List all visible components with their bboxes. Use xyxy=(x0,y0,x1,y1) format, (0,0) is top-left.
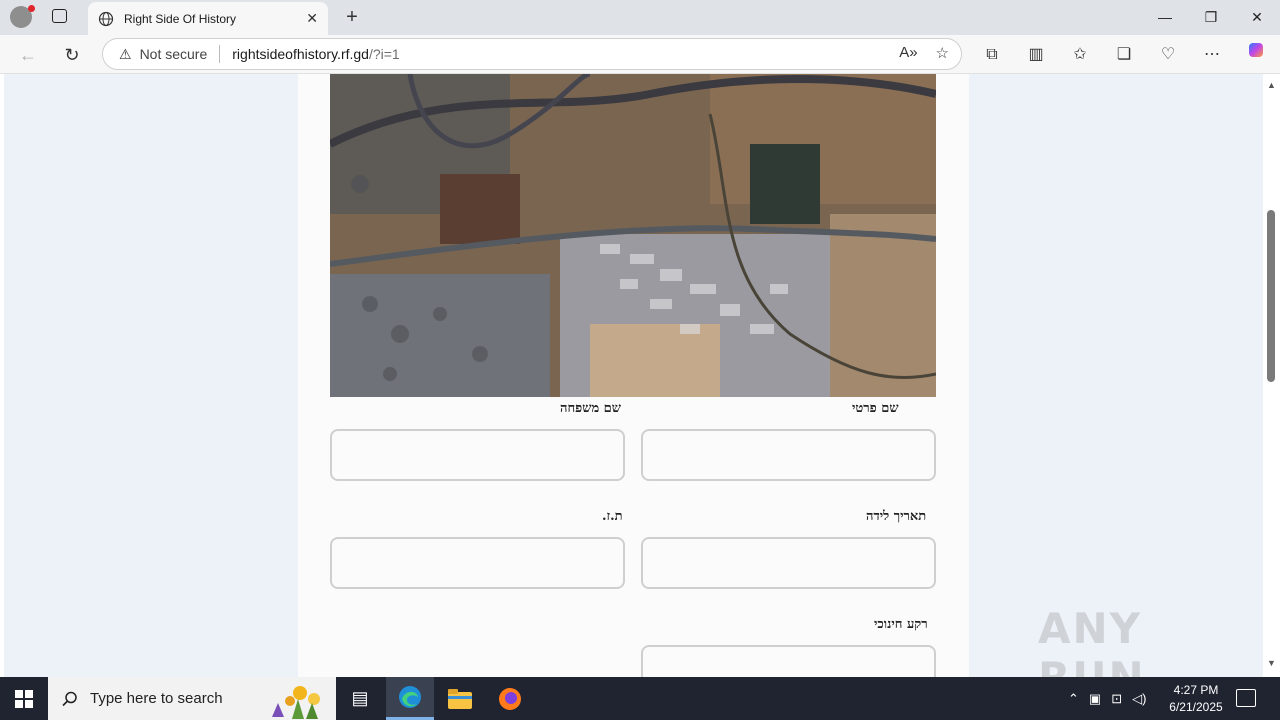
tab-actions-icon[interactable] xyxy=(52,9,67,23)
reload-button[interactable]: ↻ xyxy=(58,41,86,69)
file-explorer-icon[interactable] xyxy=(436,677,484,720)
first-name-label: שם פרטי xyxy=(852,401,899,416)
warning-icon[interactable]: ⚠ xyxy=(119,46,132,63)
favorites-icon[interactable]: ✩ xyxy=(1066,41,1094,69)
birth-date-input[interactable] xyxy=(641,537,936,589)
read-aloud-icon[interactable]: A» xyxy=(899,44,917,62)
scroll-up-icon[interactable]: ▲ xyxy=(1267,80,1276,90)
scroll-thumb[interactable] xyxy=(1267,210,1275,382)
windows-logo-icon xyxy=(15,689,33,708)
clock-time: 4:27 PM xyxy=(1173,683,1219,697)
id-number-label: ת.ז. xyxy=(602,509,623,524)
new-tab-button[interactable]: + xyxy=(340,6,364,30)
browser-toolbar: ← ↻ ⚠ Not secure rightsideofhistory.rf.g… xyxy=(0,35,1280,74)
url-text[interactable]: rightsideofhistory.rf.gd/?i=1 xyxy=(232,46,399,62)
page-viewport: שם פרטי שם משפחה תאריך לידה ת.ז. רקע חינ… xyxy=(0,74,1263,677)
favorite-star-icon[interactable]: ☆ xyxy=(936,44,949,62)
form-card: שם פרטי שם משפחה תאריך לידה ת.ז. רקע חינ… xyxy=(298,74,969,677)
browser-essentials-icon[interactable]: ♡ xyxy=(1154,41,1182,69)
search-highlight-flowers-icon xyxy=(272,686,320,719)
last-name-label: שם משפחה xyxy=(560,401,621,416)
task-view-icon[interactable]: ▤ xyxy=(336,677,384,720)
browser-tab[interactable]: Right Side Of History ✕ xyxy=(88,2,328,35)
minimize-button[interactable]: — xyxy=(1142,0,1188,34)
watermark-logo: ANY RUN xyxy=(1038,604,1144,677)
education-input[interactable] xyxy=(641,645,936,677)
not-secure-label[interactable]: Not secure xyxy=(140,46,208,62)
more-menu-icon[interactable]: ⋯ xyxy=(1198,41,1226,69)
first-name-input[interactable] xyxy=(641,429,936,481)
tab-title: Right Side Of History xyxy=(124,11,237,26)
taskbar-clock[interactable]: 4:27 PM 6/21/2025 xyxy=(1160,682,1232,716)
extensions-icon[interactable]: ⧉ xyxy=(978,41,1006,69)
notification-center-icon[interactable] xyxy=(1236,689,1256,707)
taskbar-search[interactable]: Type here to search xyxy=(48,677,336,720)
url-path: /?i=1 xyxy=(368,46,400,62)
tab-close-icon[interactable]: ✕ xyxy=(306,10,318,27)
last-name-input[interactable] xyxy=(330,429,625,481)
split-screen-icon[interactable]: ▥ xyxy=(1022,41,1050,69)
id-number-input[interactable] xyxy=(330,537,625,589)
firefox-icon[interactable] xyxy=(486,677,534,720)
search-icon xyxy=(62,691,77,706)
back-button[interactable]: ← xyxy=(14,41,42,69)
collections-icon[interactable]: ❏ xyxy=(1110,41,1138,69)
url-host: rightsideofhistory.rf.gd xyxy=(232,46,369,62)
aerial-map-image xyxy=(330,74,936,397)
search-placeholder: Type here to search xyxy=(90,690,223,707)
system-tray: ⌃ ▣ ⊡ ◁) xyxy=(1068,677,1146,720)
volume-icon[interactable]: ◁) xyxy=(1132,691,1146,707)
education-label: רקע חינוכי xyxy=(874,617,928,632)
edge-taskbar-icon[interactable] xyxy=(386,677,434,720)
profile-notification-dot xyxy=(28,5,35,12)
scroll-down-icon[interactable]: ▼ xyxy=(1267,658,1276,668)
windows-taskbar: Type here to search ▤ ⌃ ▣ ⊡ ◁) 4:27 PM 6… xyxy=(0,677,1280,720)
page-scrollbar[interactable]: ▲ ▼ xyxy=(1263,74,1280,677)
restore-button[interactable]: ❐ xyxy=(1188,0,1234,34)
network-icon[interactable]: ⊡ xyxy=(1111,691,1122,707)
globe-icon xyxy=(98,11,114,26)
device-icon[interactable]: ▣ xyxy=(1089,691,1101,707)
start-button[interactable] xyxy=(0,677,48,720)
tab-strip: Right Side Of History ✕ + — ❐ ✕ xyxy=(0,0,1280,35)
window-close-button[interactable]: ✕ xyxy=(1234,0,1280,34)
birth-date-label: תאריך לידה xyxy=(866,509,927,524)
address-bar[interactable]: ⚠ Not secure rightsideofhistory.rf.gd/?i… xyxy=(102,38,962,70)
show-hidden-icons-icon[interactable]: ⌃ xyxy=(1068,691,1079,707)
address-divider xyxy=(219,45,221,63)
clock-date: 6/21/2025 xyxy=(1169,700,1223,714)
copilot-icon[interactable] xyxy=(1242,41,1270,69)
